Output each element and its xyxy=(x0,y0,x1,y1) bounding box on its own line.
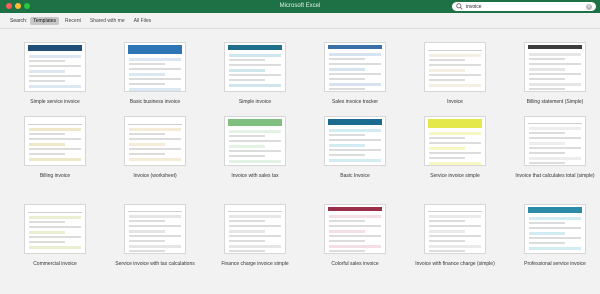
template-name: Service invoice with tax calculations xyxy=(115,261,195,267)
template-thumbnail xyxy=(424,116,486,166)
tab-shared-with-me[interactable]: Shared with me xyxy=(87,17,128,25)
template-name: Invoice with finance charge (simple) xyxy=(415,261,495,267)
template-name: Billing statement (Simple) xyxy=(526,99,584,105)
template-thumbnail xyxy=(324,204,386,254)
template-thumbnail xyxy=(24,116,86,166)
template-name: Colorful sales invoice xyxy=(331,261,379,267)
template-thumbnail xyxy=(324,116,386,166)
template-name: Basic business invoice xyxy=(129,99,181,105)
template-thumbnail xyxy=(224,42,286,92)
template-thumbnail xyxy=(124,204,186,254)
template-thumbnail xyxy=(524,116,586,166)
template-thumbnail xyxy=(24,204,86,254)
template-thumbnail xyxy=(224,204,286,254)
filter-label: Search: xyxy=(10,17,28,24)
search-input[interactable] xyxy=(463,2,586,11)
template-name: Invoice (worksheet) xyxy=(133,173,177,179)
tab-recent[interactable]: Recent xyxy=(62,17,84,25)
template-name: Simple service invoice xyxy=(30,99,80,105)
search-box[interactable]: × xyxy=(452,2,596,11)
divider xyxy=(0,28,600,29)
template-thumbnail xyxy=(324,42,386,92)
template-name: Sales invoice tracker xyxy=(331,99,379,105)
tab-all-files[interactable]: All Files xyxy=(131,17,155,25)
template-thumbnail xyxy=(424,42,486,92)
template-name: Simple invoice xyxy=(238,99,272,105)
template-name: Professional service invoice xyxy=(524,261,586,267)
template-thumbnail xyxy=(524,42,586,92)
template-name: Service invoice simple xyxy=(430,173,480,179)
tab-templates[interactable]: Templates xyxy=(30,16,60,25)
clear-search-icon[interactable]: × xyxy=(586,3,592,10)
template-name: Basic Invoice xyxy=(340,173,370,179)
template-thumbnail xyxy=(124,42,186,92)
template-thumbnail xyxy=(524,204,586,254)
template-thumbnail xyxy=(24,42,86,92)
template-name: Invoice that calculates total (simple) xyxy=(515,173,595,179)
template-name: Billing invoice xyxy=(39,173,71,179)
template-name: Commercial invoice xyxy=(33,261,77,267)
template-name: Finance charge invoice simple xyxy=(221,261,289,267)
template-name: Invoice with sales tax xyxy=(231,173,279,179)
template-name: Invoice xyxy=(447,99,463,105)
title-bar: Microsoft Excel × xyxy=(0,0,600,13)
filter-bar: Search: Templates Recent Shared with me … xyxy=(10,16,157,25)
template-thumbnail xyxy=(424,204,486,254)
template-thumbnail xyxy=(124,116,186,166)
search-icon xyxy=(456,3,463,10)
template-thumbnail xyxy=(224,116,286,166)
